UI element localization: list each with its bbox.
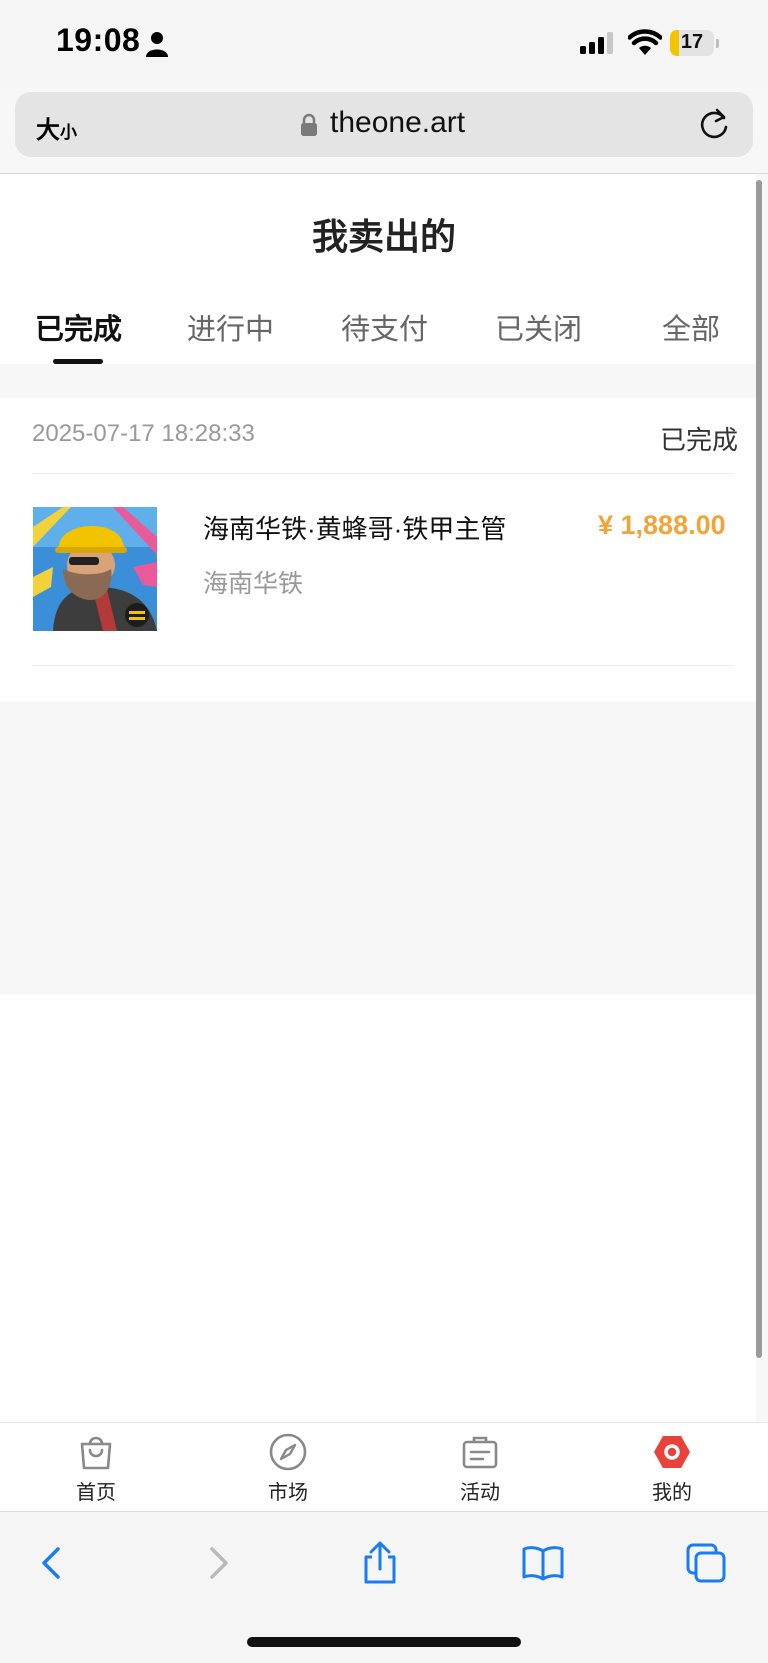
cellular-signal-icon	[580, 32, 613, 54]
battery-indicator: 17	[670, 30, 720, 56]
status-time: 19:08	[56, 22, 141, 58]
page-title: 我卖出的	[311, 216, 456, 257]
nav-activity-label: 活动	[460, 1482, 500, 1504]
clipboard-icon	[462, 1436, 498, 1469]
divider	[32, 473, 734, 474]
item-title: 海南华铁·黄蜂哥·铁甲主管	[203, 514, 507, 544]
order-status: 已完成	[660, 425, 739, 455]
item-price: ¥ 1,888.00	[598, 510, 726, 540]
nav-home-label: 首页	[76, 1482, 116, 1504]
compass-icon	[269, 1433, 307, 1471]
reload-icon[interactable]	[697, 106, 731, 142]
order-datetime: 2025-07-17 18:28:33	[32, 420, 255, 447]
share-icon[interactable]	[358, 1541, 402, 1585]
section-spacer	[0, 364, 756, 398]
tab-all[interactable]: 全部	[662, 306, 720, 348]
empty-area	[0, 702, 756, 994]
person-icon	[146, 32, 168, 57]
url-text[interactable]: theone.art	[330, 106, 465, 140]
nav-mine-label: 我的	[652, 1482, 692, 1504]
battery-level: 17	[680, 31, 704, 53]
item-brand: 海南华铁	[203, 570, 304, 598]
tab-in-progress[interactable]: 进行中	[187, 306, 274, 348]
wifi-icon	[628, 29, 662, 55]
profile-hexagon-icon	[654, 1436, 690, 1468]
forward-icon[interactable]	[196, 1541, 240, 1585]
nav-activity[interactable]: 活动	[435, 1432, 525, 1505]
scrollbar[interactable]	[756, 180, 762, 1358]
item-thumbnail[interactable]	[33, 507, 157, 631]
tab-closed[interactable]: 已关闭	[495, 306, 582, 348]
divider	[32, 665, 734, 666]
nav-market[interactable]: 市场	[243, 1432, 333, 1505]
shopping-bag-icon	[80, 1436, 112, 1470]
lock-icon	[301, 113, 317, 136]
back-icon[interactable]	[30, 1541, 74, 1585]
nav-home[interactable]: 首页	[51, 1432, 141, 1505]
home-indicator	[247, 1637, 521, 1647]
tab-pending-payment[interactable]: 待支付	[341, 306, 428, 348]
bookmarks-icon[interactable]	[521, 1541, 565, 1585]
text-size-button[interactable]: 大小	[36, 110, 77, 145]
nav-market-label: 市场	[268, 1482, 308, 1504]
nav-mine[interactable]: 我的	[627, 1432, 717, 1505]
tab-completed[interactable]: 已完成	[35, 306, 122, 348]
tabs-icon[interactable]	[684, 1541, 728, 1585]
